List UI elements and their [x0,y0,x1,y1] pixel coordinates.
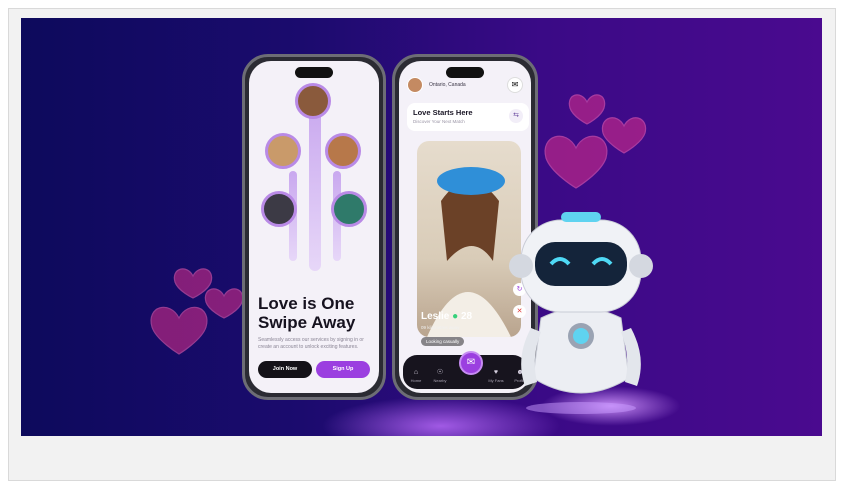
discover-card: Love Starts Here Discover Your Next Matc… [407,103,529,131]
bell-icon[interactable]: ✉ [507,77,523,93]
profile-name: Leslie [421,311,450,322]
sign-up-button[interactable]: Sign Up [316,361,370,378]
avatar-user [265,133,301,169]
avatar-user [331,191,367,227]
location-selector[interactable]: Ontario, Canada [429,82,466,88]
join-now-button[interactable]: Join Now [258,361,312,378]
matches-header: Ontario, Canada ✉ [407,77,523,95]
ai-robot-illustration [509,212,653,414]
avatar-couple [295,83,331,119]
heart-right-medium [601,117,647,154]
nav-nearby-label: Nearby [433,378,447,383]
nav-home[interactable]: ⌂ Home [405,369,427,383]
phone-welcome: Love is One Swipe Away Seamlessly access… [242,54,386,400]
location-icon: ☉ [436,369,444,376]
profile-name-age: Leslie ● 28 [421,311,472,322]
status-chip: Looking casually [421,337,465,346]
avatar-user [325,133,361,169]
verified-icon: ● [452,311,459,322]
discover-title: Love Starts Here [413,108,473,117]
avatar-tree-stem [309,101,321,271]
profile-distance: 09 kilometres away [421,325,460,330]
chat-icon[interactable]: ✉ [459,351,483,375]
welcome-description: Seamlessly access our services by signin… [258,337,364,350]
nav-home-label: Home [410,378,422,383]
avatar-user [261,191,297,227]
welcome-screen: Love is One Swipe Away Seamlessly access… [249,61,379,393]
camera-notch [446,67,484,78]
heart-right-large [544,135,608,189]
profile-age: 28 [460,311,473,322]
user-avatar[interactable] [407,77,423,93]
filter-icon[interactable]: ⇆ [509,109,523,123]
discover-subtitle: Discover Your Next Match [413,119,465,124]
heart-right-small [568,94,606,125]
home-icon: ⌂ [413,369,419,376]
welcome-headline: Love is One Swipe Away [258,294,356,332]
nav-nearby[interactable]: ☉ Nearby [429,368,451,383]
heart-left-medium [204,288,244,319]
promo-banner: Love is One Swipe Away Seamlessly access… [21,18,822,436]
heart-left-large [150,306,208,355]
camera-notch [295,67,333,78]
